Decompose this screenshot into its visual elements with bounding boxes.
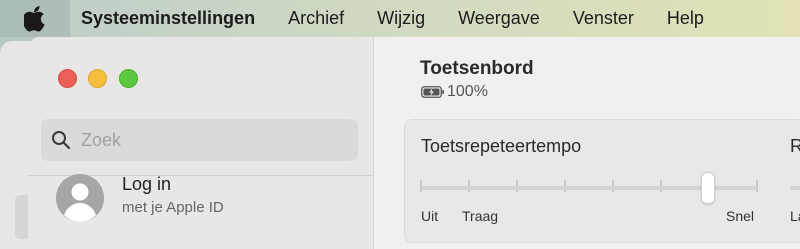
search-icon (52, 131, 71, 150)
key-repeat-title: Toetsrepeteertempo (421, 136, 582, 156)
search-input[interactable] (81, 129, 321, 151)
label-fast: Snel (726, 208, 755, 224)
menu-bar: Systeeminstellingen Archief Wijzig Weerg… (0, 0, 800, 37)
menu-weergave[interactable]: Weergave (458, 8, 540, 29)
slider-thumb[interactable] (700, 172, 715, 204)
delay-title-partial: R (790, 136, 800, 156)
person-avatar-icon (56, 174, 104, 222)
battery-charging-icon (421, 86, 444, 98)
apple-logo-icon (24, 5, 45, 31)
key-repeat-card: Toetsrepeteertempo R Uit Traag Snel La (404, 119, 800, 243)
menu-archief[interactable]: Archief (288, 8, 344, 29)
apple-menu[interactable] (0, 0, 70, 37)
label-partial-next: La (790, 208, 800, 224)
settings-window: Log in met je Apple ID Toetsenbord 100% … (0, 37, 800, 249)
avatar (56, 174, 104, 222)
main-panel: Toetsenbord 100% Toetsrepeteertempo R Ui… (374, 37, 800, 249)
login-title: Log in (122, 174, 172, 194)
label-slow: Traag (462, 208, 499, 224)
delay-slider-track-partial[interactable] (790, 186, 800, 190)
minimize-button[interactable] (88, 69, 107, 88)
menu-wijzig[interactable]: Wijzig (377, 8, 425, 29)
page-title: Toetsenbord (420, 58, 534, 79)
menu-help[interactable]: Help (667, 8, 704, 29)
maximize-button[interactable] (119, 69, 138, 88)
login-subtitle: met je Apple ID (122, 199, 224, 216)
close-button[interactable] (58, 69, 77, 88)
label-off: Uit (421, 208, 439, 224)
battery-status: 100% (421, 83, 488, 101)
sidebar: Log in met je Apple ID (28, 37, 374, 249)
search-field[interactable] (41, 119, 358, 161)
battery-percentage: 100% (447, 83, 488, 100)
apple-id-login[interactable]: Log in met je Apple ID (56, 171, 224, 222)
menu-venster[interactable]: Venster (573, 8, 634, 29)
menu-app-name[interactable]: Systeeminstellingen (81, 8, 255, 29)
